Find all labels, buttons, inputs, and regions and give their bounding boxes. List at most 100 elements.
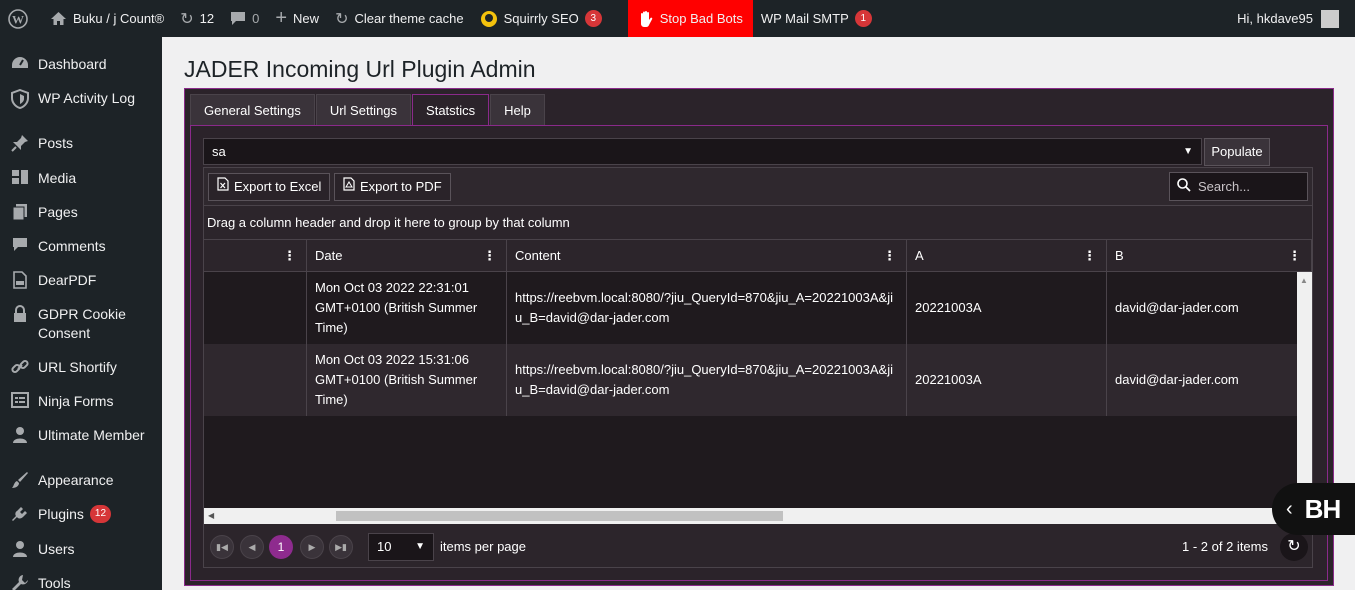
items-per-page-label: items per page (440, 539, 526, 554)
horizontal-scrollbar[interactable]: ◀ (204, 508, 1297, 524)
svg-text:W: W (12, 12, 24, 26)
sidebar-item-gdpr-cookie-consent[interactable]: GDPR Cookie Consent (0, 305, 162, 343)
b-cell: david@dar-jader.com (1115, 372, 1239, 387)
wp-mail-badge: 1 (854, 10, 872, 27)
sidebar-item-dashboard[interactable]: Dashboard (0, 55, 162, 74)
wp-mail-smtp-menu[interactable]: WP Mail SMTP 1 (753, 0, 880, 37)
column-menu-icon[interactable]: ⋮ (1083, 240, 1096, 271)
dashboard-icon (0, 55, 38, 71)
sidebar-item-media[interactable]: Media (0, 169, 162, 188)
clear-cache-label: Clear theme cache (354, 11, 464, 26)
last-page-button[interactable]: ▶▮ (329, 535, 353, 559)
shield-icon (0, 89, 38, 109)
sidebar-item-plugins[interactable]: Plugins 12 (0, 505, 162, 524)
greeting: Hi, hkdave95 (1237, 11, 1313, 26)
pin-icon (0, 134, 38, 152)
wrench-icon (0, 574, 38, 590)
pdf-file-icon (343, 174, 355, 200)
refresh-button[interactable]: ↻ (1280, 533, 1308, 561)
sidebar-item-posts[interactable]: Posts (0, 134, 162, 153)
table-row[interactable]: Mon Oct 03 2022 22:31:01 GMT+0100 (Briti… (204, 272, 1297, 344)
scroll-up-icon[interactable]: ▲ (1300, 276, 1308, 285)
table-row[interactable]: Mon Oct 03 2022 15:31:06 GMT+0100 (Briti… (204, 344, 1297, 416)
wordpress-logo-icon: W (8, 8, 28, 29)
date-cell: Mon Oct 03 2022 22:31:01 GMT+0100 (Briti… (307, 272, 507, 344)
sidebar-item-pages[interactable]: Pages (0, 203, 162, 222)
sidebar-item-wp-activity-log[interactable]: WP Activity Log (0, 89, 162, 109)
updates-menu[interactable]: ↻ 12 (172, 0, 222, 37)
column-header-a[interactable]: A ⋮ (907, 240, 1107, 272)
column-header-select[interactable]: ⋮ (204, 240, 307, 272)
export-pdf-button[interactable]: Export to PDF (334, 173, 451, 201)
column-menu-icon[interactable]: ⋮ (283, 240, 296, 271)
a-cell: 20221003A (907, 344, 1107, 416)
prev-page-icon: ◀ (248, 542, 256, 552)
scroll-left-icon[interactable]: ◀ (208, 511, 214, 520)
clear-theme-cache-menu[interactable]: ↻ Clear theme cache (327, 0, 472, 37)
sidebar-item-url-shortify[interactable]: URL Shortify (0, 358, 162, 377)
wp-mail-label: WP Mail SMTP (760, 11, 849, 26)
squirrly-seo-menu[interactable]: Squirrly SEO 3 (472, 0, 610, 37)
stop-bad-bots-menu[interactable]: Stop Bad Bots (627, 0, 753, 37)
horizontal-scroll-thumb[interactable] (336, 511, 783, 521)
next-page-icon: ▶ (308, 542, 316, 552)
page-size-select[interactable]: 10 ▼ (368, 533, 434, 561)
brush-icon (0, 471, 38, 489)
wp-logo-menu[interactable]: W (0, 0, 42, 37)
plus-icon: + (275, 7, 288, 29)
my-account-menu[interactable]: Hi, hkdave95 (1229, 0, 1347, 37)
sidebar-item-dearpdf[interactable]: DearPDF (0, 271, 162, 290)
tab-statstics[interactable]: Statstics (412, 94, 490, 126)
site-name-menu[interactable]: Buku / j Count® (42, 0, 172, 37)
admin-sidebar: Dashboard WP Activity Log Posts Media Pa… (0, 37, 162, 590)
first-page-icon: ▮◀ (216, 542, 228, 552)
tab-general-settings[interactable]: General Settings (190, 94, 315, 126)
column-header-b[interactable]: B ⋮ (1107, 240, 1312, 272)
sidebar-item-tools[interactable]: Tools (0, 574, 162, 590)
query-select[interactable]: sa ▼ (203, 138, 1202, 165)
tab-url-settings[interactable]: Url Settings (315, 94, 412, 126)
tab-bar: General Settings Url Settings Statstics … (190, 94, 546, 126)
column-menu-icon[interactable]: ⋮ (1288, 240, 1301, 271)
lock-icon (0, 305, 38, 323)
last-page-icon: ▶▮ (335, 542, 347, 552)
new-label: New (293, 11, 320, 26)
column-menu-icon[interactable]: ⋮ (883, 240, 896, 271)
column-header-date[interactable]: Date ⋮ (307, 240, 507, 272)
page-title: JADER Incoming Url Plugin Admin (184, 56, 536, 82)
comments-menu[interactable]: 0 (222, 0, 267, 37)
vertical-scrollbar[interactable]: ▲ (1297, 272, 1312, 508)
grid-pager: ▮◀ ◀ 1 ▶ ▶▮ 10 ▼ items per page 1 - 2 of… (204, 524, 1312, 567)
sidebar-item-appearance[interactable]: Appearance (0, 471, 162, 490)
column-menu-icon[interactable]: ⋮ (483, 240, 496, 271)
page-number-button[interactable]: 1 (269, 535, 293, 559)
new-content-menu[interactable]: + New (267, 0, 327, 37)
select-cell[interactable] (204, 272, 307, 344)
select-cell[interactable] (204, 344, 307, 416)
squirrly-badge: 3 (584, 10, 602, 27)
caret-down-icon: ▼ (415, 541, 425, 552)
group-drop-area[interactable]: Drag a column header and drop it here to… (204, 206, 1312, 240)
populate-button[interactable]: Populate (1204, 138, 1270, 166)
user-icon (0, 426, 38, 444)
sidebar-item-ultimate-member[interactable]: Ultimate Member (0, 426, 162, 445)
bh-floating-widget[interactable]: ‹ BH (1272, 483, 1355, 535)
sidebar-item-comments[interactable]: Comments (0, 237, 162, 256)
sidebar-item-users[interactable]: Users (0, 540, 162, 559)
grid-search-input[interactable]: Search... (1169, 172, 1308, 201)
link-icon (0, 358, 38, 376)
updates-icon: ↻ (180, 10, 194, 28)
column-header-content[interactable]: Content ⋮ (507, 240, 907, 272)
tab-help[interactable]: Help (490, 94, 545, 126)
home-icon (50, 11, 67, 26)
grid-toolbar: Export to Excel Export to PDF Search... (204, 168, 1312, 206)
first-page-button[interactable]: ▮◀ (210, 535, 234, 559)
stop-hand-icon (638, 10, 654, 28)
next-page-button[interactable]: ▶ (300, 535, 324, 559)
content-cell: https://reebvm.local:8080/?jiu_QueryId=8… (507, 272, 907, 344)
sidebar-item-ninja-forms[interactable]: Ninja Forms (0, 392, 162, 411)
prev-page-button[interactable]: ◀ (240, 535, 264, 559)
export-excel-button[interactable]: Export to Excel (208, 173, 331, 201)
bh-logo: BH (1304, 493, 1342, 524)
comment-icon (0, 237, 38, 252)
